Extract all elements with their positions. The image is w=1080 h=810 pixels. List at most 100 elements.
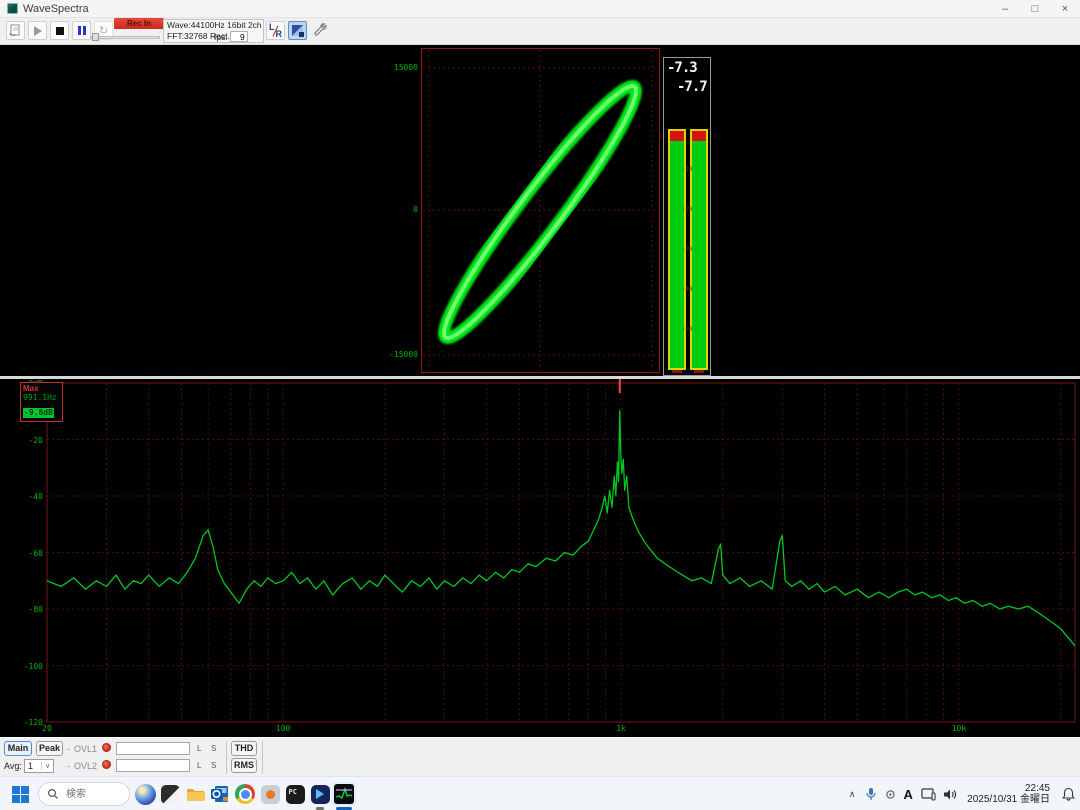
clock[interactable]: 22:45 2025/10/31 金曜日 xyxy=(967,783,1050,805)
fps-label: fps: xyxy=(214,32,228,42)
meter-peak-zone-left xyxy=(670,131,684,141)
terminal-button[interactable]: PC xyxy=(283,782,307,806)
spectrum-ytick: -20 xyxy=(0,436,43,445)
spectrum-xtick: 100 xyxy=(269,724,297,733)
media-app-icon xyxy=(261,785,280,804)
lissajous-ylabel-bottom: -15000 xyxy=(378,350,418,359)
open-file-icon xyxy=(9,24,22,37)
settings-button[interactable] xyxy=(311,21,329,40)
photos-app-button[interactable] xyxy=(158,782,182,806)
volume-tray-button[interactable] xyxy=(939,788,961,801)
max-frequency-value: 991.1Hz xyxy=(23,393,60,402)
spectrum-xtick: 20 xyxy=(33,724,61,733)
dash-2: - xyxy=(67,761,70,771)
minimize-button[interactable]: – xyxy=(990,0,1020,17)
app-icon xyxy=(7,3,18,14)
wavespectra-window: WaveSpectra – □ × ↻ Rec In Wave:44100Hz … xyxy=(0,0,1080,810)
ovl1-s-toggle[interactable]: S xyxy=(211,744,216,753)
controls-divider-2 xyxy=(262,741,263,774)
spectrum-ytick: -60 xyxy=(0,549,43,558)
meter-tick: -50 xyxy=(664,326,710,333)
meter-tick: -40 xyxy=(664,286,710,293)
rec-indicator-badge: Rec In xyxy=(114,18,164,29)
meter-foot-left xyxy=(672,370,682,373)
notifications-button[interactable] xyxy=(1056,787,1080,801)
movies-app-icon xyxy=(311,785,330,804)
lissajous-ylabel-top: 15000 xyxy=(378,63,418,72)
chrome-button[interactable] xyxy=(233,782,257,806)
open-file-button[interactable] xyxy=(6,21,25,40)
meter-foot-right xyxy=(694,370,704,373)
ovl2-label: OVL2 xyxy=(74,761,97,771)
microphone-icon xyxy=(865,787,877,801)
search-box[interactable] xyxy=(38,782,130,806)
rms-button[interactable]: RMS xyxy=(231,758,257,773)
wavespectra-app-icon xyxy=(334,784,354,804)
spectrum-panel[interactable]: 0dB-20-40-60-80-100-120 201001k10k Max 9… xyxy=(0,379,1080,737)
stop-button[interactable] xyxy=(50,21,69,40)
ovl1-field[interactable] xyxy=(116,742,190,755)
spectrum-ytick: -40 xyxy=(0,492,43,501)
thd-button[interactable]: THD xyxy=(231,741,257,756)
channel-lr-button[interactable]: L R xyxy=(266,21,285,40)
avg-dropdown-icon: ∨ xyxy=(41,762,53,770)
chrome-icon-center xyxy=(239,788,252,801)
main-button[interactable]: Main xyxy=(4,741,32,756)
ovl2-l-toggle[interactable]: L xyxy=(197,761,201,770)
max-peak-readout: Max 991.1Hz -9.8dB xyxy=(20,382,63,422)
tray-utility-button[interactable] xyxy=(881,789,899,800)
lissajous-ylabel-mid: 0 xyxy=(378,205,418,214)
windows-logo-icon xyxy=(12,786,29,803)
play-button[interactable] xyxy=(28,21,47,40)
microphone-tray-button[interactable] xyxy=(861,787,881,801)
ime-mode-button[interactable]: A xyxy=(899,787,917,802)
start-button[interactable] xyxy=(8,782,32,806)
search-icon xyxy=(47,788,59,800)
search-input[interactable] xyxy=(64,788,128,801)
display-tray-button[interactable] xyxy=(917,788,939,801)
meter-tick: -30 xyxy=(664,246,710,253)
tray-time: 22:45 xyxy=(967,783,1050,794)
position-slider[interactable] xyxy=(90,33,160,41)
stop-icon xyxy=(56,27,64,35)
spectrum-ytick: -80 xyxy=(0,605,43,614)
photos-icon xyxy=(161,785,180,804)
meter-peak-zone-right xyxy=(692,131,706,141)
spectrum-ytick: -100 xyxy=(0,662,43,671)
terminal-icon: PC xyxy=(286,785,305,804)
avg-select[interactable]: 1 ∨ xyxy=(24,759,54,773)
play-icon xyxy=(34,26,42,36)
controls-divider-1 xyxy=(226,741,227,774)
outlook-button[interactable] xyxy=(208,782,232,806)
peak-button[interactable]: Peak xyxy=(36,741,63,756)
taskbar: PC ∧ xyxy=(0,776,1080,810)
meter-value-right: -7.7 xyxy=(677,79,707,95)
spectrum-plot[interactable] xyxy=(0,379,1080,737)
widgets-button[interactable] xyxy=(133,782,157,806)
tray-chevron-button[interactable]: ∧ xyxy=(843,789,861,800)
movies-app-button[interactable] xyxy=(308,782,332,806)
ovl1-led xyxy=(102,743,111,752)
lissajous-plot xyxy=(421,48,660,373)
avg-value: 1 xyxy=(25,761,41,771)
ovl1-l-toggle[interactable]: L xyxy=(197,744,201,753)
meter-tick: -20 xyxy=(664,206,710,213)
media-app-button[interactable] xyxy=(258,782,282,806)
level-meter-panel: -7.3 -7.7 -10-20-30-40-50 xyxy=(663,57,711,376)
slider-thumb[interactable] xyxy=(92,33,99,41)
title-bar: WaveSpectra – □ × xyxy=(0,0,1080,18)
ovl2-field[interactable] xyxy=(116,759,190,772)
speaker-icon xyxy=(943,788,957,801)
tray-date: 2025/10/31 金曜日 xyxy=(967,794,1050,805)
maximize-button[interactable]: □ xyxy=(1020,0,1050,17)
channel-l-label: L xyxy=(269,22,275,32)
outlook-icon xyxy=(210,784,230,804)
file-explorer-button[interactable] xyxy=(183,782,207,806)
dash-1: - xyxy=(67,744,70,754)
ovl2-s-toggle[interactable]: S xyxy=(211,761,216,770)
wave-format-info: Wave:44100Hz 16bit 2ch xyxy=(164,20,263,31)
wavespectra-app-button[interactable] xyxy=(332,782,356,806)
pause-button[interactable] xyxy=(72,21,91,40)
display-mode-toggle-button[interactable] xyxy=(288,21,307,40)
close-button[interactable]: × xyxy=(1050,0,1080,17)
